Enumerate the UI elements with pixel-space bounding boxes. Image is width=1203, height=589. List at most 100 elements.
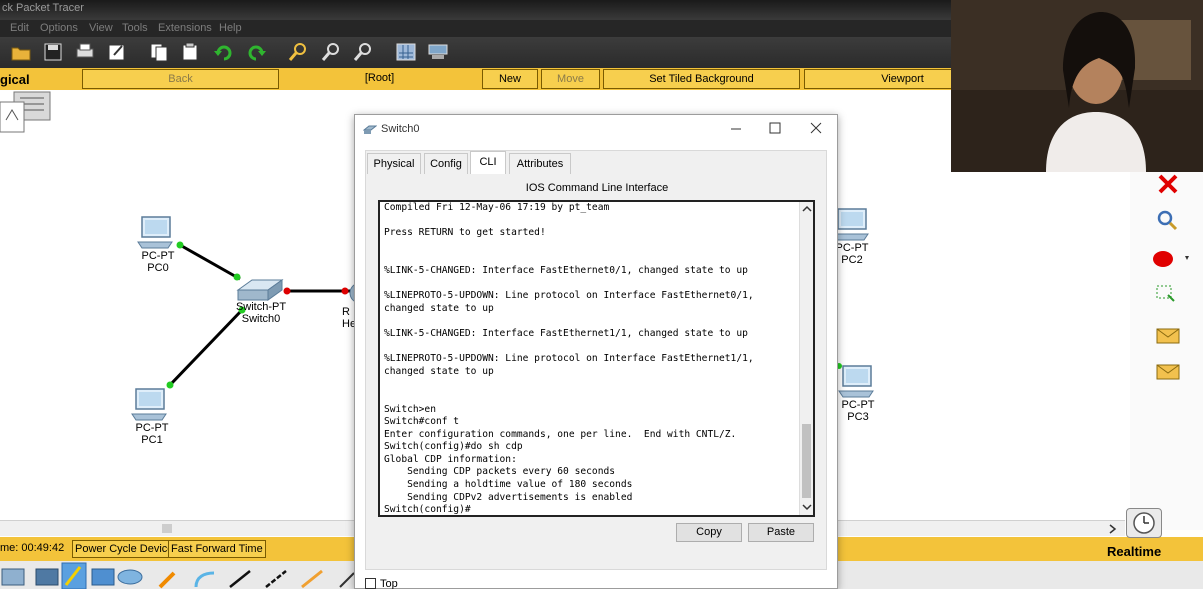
cli-line xyxy=(384,391,802,404)
menu-tools[interactable]: Tools xyxy=(122,22,148,34)
resize-select-icon[interactable] xyxy=(1156,285,1175,302)
tab-cli[interactable]: CLI xyxy=(470,151,506,174)
top-checkbox-row[interactable]: Top xyxy=(365,578,398,589)
app-title: ck Packet Tracer xyxy=(2,2,84,14)
dialog-title: Switch0 xyxy=(381,123,420,135)
cli-line: %LINK-5-CHANGED: Interface FastEthernet0… xyxy=(384,264,748,276)
menu-options[interactable]: Options xyxy=(40,22,78,34)
common-tools-bar xyxy=(1130,170,1203,530)
cli-line: Compiled Fri 12-May-06 17:19 by pt_team xyxy=(384,202,610,213)
open-folder-icon[interactable] xyxy=(10,41,32,63)
straight-through-cable-icon[interactable] xyxy=(229,570,251,588)
link-up-indicator xyxy=(176,241,184,249)
scroll-thumb[interactable] xyxy=(162,524,172,533)
paste-button[interactable]: Paste xyxy=(748,523,814,542)
top-checkbox-label: Top xyxy=(380,578,398,589)
simple-pdu-icon[interactable] xyxy=(1156,328,1180,344)
zoom-reset-icon[interactable] xyxy=(320,41,342,63)
save-icon[interactable] xyxy=(42,41,64,63)
back-button[interactable]: Back xyxy=(82,69,279,89)
console-cable-icon[interactable] xyxy=(194,571,215,588)
cli-line xyxy=(384,315,802,328)
multiuser-icon[interactable] xyxy=(117,569,143,585)
terminal-scroll-thumb[interactable] xyxy=(802,424,811,498)
menu-edit[interactable]: Edit xyxy=(10,22,29,34)
inspect-magnifier-icon[interactable] xyxy=(1157,210,1178,231)
custom-device-icon[interactable] xyxy=(427,41,449,63)
pc2-icon[interactable] xyxy=(833,208,869,241)
cli-line: Switch(config)#do sh cdp xyxy=(384,441,523,453)
terminal-scrollbar[interactable] xyxy=(799,202,813,515)
tab-attributes[interactable]: Attributes xyxy=(509,153,571,174)
pc0-type: PC-PT xyxy=(141,250,175,262)
cli-line: Switch(config)# xyxy=(384,504,471,516)
zoom-out-icon[interactable] xyxy=(352,41,374,63)
custom-devices-icon[interactable] xyxy=(91,568,115,586)
auto-connection-icon[interactable] xyxy=(158,571,176,589)
activity-wizard-icon[interactable] xyxy=(106,41,128,63)
cli-output[interactable]: Compiled Fri 12-May-06 17:19 by pt_team … xyxy=(384,202,802,516)
undo-icon[interactable] xyxy=(213,41,235,63)
switch0-dialog: Switch0 Physical Config CLI Attributes I… xyxy=(354,114,838,589)
pc3-icon[interactable] xyxy=(838,365,874,398)
fiber-cable-icon[interactable] xyxy=(301,569,323,589)
pc0-icon[interactable] xyxy=(137,216,173,249)
zoom-in-icon[interactable] xyxy=(287,41,309,63)
phone-cable-icon[interactable] xyxy=(339,572,355,588)
link-down-indicator xyxy=(341,287,349,295)
print-icon[interactable] xyxy=(74,41,96,63)
crossover-cable-icon[interactable] xyxy=(265,570,287,588)
complex-pdu-icon[interactable] xyxy=(1156,364,1180,380)
pc1-type: PC-PT xyxy=(135,422,169,434)
close-x-icon[interactable] xyxy=(1158,174,1178,194)
pc3-name: PC3 xyxy=(847,411,869,423)
link-up-indicator xyxy=(166,381,174,389)
menu-help[interactable]: Help xyxy=(219,22,242,34)
connections-icon[interactable] xyxy=(61,562,87,589)
cli-terminal[interactable]: Compiled Fri 12-May-06 17:19 by pt_team … xyxy=(378,200,815,517)
redo-icon[interactable] xyxy=(245,41,267,63)
wan-emulation-icon[interactable] xyxy=(35,568,59,586)
drawing-palette-icon[interactable] xyxy=(395,41,417,63)
top-checkbox[interactable] xyxy=(365,578,376,589)
scroll-down-icon[interactable] xyxy=(800,502,814,512)
switch0-icon[interactable] xyxy=(236,279,284,301)
end-devices-icon[interactable] xyxy=(1,568,25,586)
cli-line: Sending a holdtime value of 180 seconds xyxy=(384,479,633,491)
realtime-mode-label[interactable]: Realtime xyxy=(1107,544,1161,559)
tab-physical[interactable]: Physical xyxy=(367,153,421,174)
power-cycle-devices-button[interactable]: Power Cycle Devices xyxy=(72,540,182,558)
maximize-button[interactable] xyxy=(768,121,782,135)
pc0-label[interactable]: PC-PT PC0 xyxy=(136,250,180,274)
set-tiled-background-button[interactable]: Set Tiled Background xyxy=(603,69,800,89)
cli-line xyxy=(384,252,802,265)
fast-forward-time-button[interactable]: Fast Forward Time xyxy=(168,540,266,558)
copy-button[interactable]: Copy xyxy=(676,523,742,542)
new-cluster-button[interactable]: New Cluster xyxy=(482,69,538,103)
webcam-overlay xyxy=(951,0,1203,172)
pc3-type: PC-PT xyxy=(841,399,875,411)
move-object-button[interactable]: Move Object xyxy=(541,69,600,103)
close-button[interactable] xyxy=(809,121,823,135)
pc1-label[interactable]: PC-PT PC1 xyxy=(130,422,174,446)
pc1-icon[interactable] xyxy=(131,388,167,421)
link-pc0-switch0[interactable] xyxy=(179,243,241,281)
pc1-name: PC1 xyxy=(141,434,163,446)
draw-ellipse-icon[interactable] xyxy=(1153,251,1189,267)
menu-extensions[interactable]: Extensions xyxy=(158,22,212,34)
scroll-right-icon[interactable] xyxy=(1108,523,1118,535)
switch0-label[interactable]: Switch-PT Switch0 xyxy=(232,301,290,325)
link-down-indicator xyxy=(283,287,291,295)
pc3-label[interactable]: PC-PT PC3 xyxy=(836,399,880,423)
cli-line: Enter configuration commands, one per li… xyxy=(384,428,737,440)
tab-config[interactable]: Config xyxy=(424,153,468,174)
minimize-button[interactable] xyxy=(729,121,743,135)
copy-icon[interactable] xyxy=(148,41,170,63)
realtime-clock-icon[interactable] xyxy=(1126,508,1162,538)
root-breadcrumb: [Root] xyxy=(364,72,395,84)
paste-icon[interactable] xyxy=(180,41,202,63)
scroll-up-icon[interactable] xyxy=(800,204,814,214)
menu-view[interactable]: View xyxy=(89,22,113,34)
cluster-icon[interactable] xyxy=(0,91,51,133)
link-up-indicator xyxy=(233,273,241,281)
